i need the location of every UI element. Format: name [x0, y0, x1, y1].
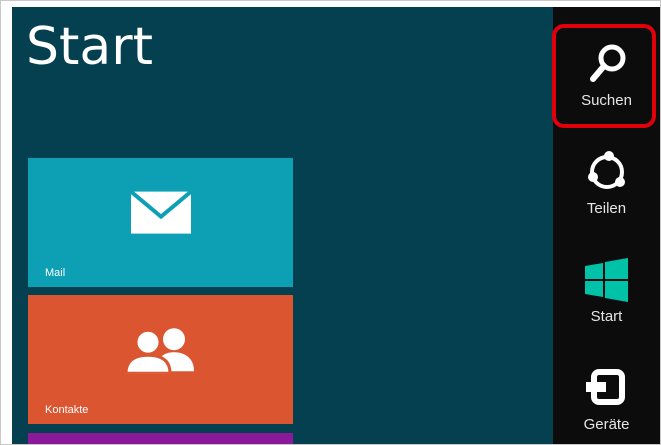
- charms-bar: Suchen Teilen Start Geräte: [553, 7, 660, 444]
- start-screen: Start Mail Kontakte: [12, 7, 553, 444]
- search-icon: [582, 39, 632, 89]
- tile-partial[interactable]: [28, 433, 293, 444]
- devices-icon: [582, 363, 632, 413]
- page-title: Start: [26, 17, 154, 77]
- mail-icon: [129, 189, 192, 240]
- windows-logo-icon: [582, 255, 632, 305]
- charm-search[interactable]: Suchen: [559, 25, 654, 117]
- charm-label-devices: Geräte: [583, 416, 630, 433]
- tile-label-mail: Mail: [45, 267, 66, 279]
- tile-contacts[interactable]: Kontakte: [28, 295, 293, 424]
- tile-label-contacts: Kontakte: [45, 404, 89, 416]
- tile-mail[interactable]: Mail: [28, 158, 293, 287]
- charm-label-start: Start: [590, 308, 623, 325]
- charm-label-share: Teilen: [586, 200, 627, 217]
- charm-share[interactable]: Teilen: [559, 133, 654, 225]
- share-icon: [582, 147, 632, 197]
- screenshot-frame: Start Mail Kontakte Suchen Teilen Start …: [0, 0, 661, 445]
- charm-start[interactable]: Start: [559, 241, 654, 333]
- charm-devices[interactable]: Geräte: [559, 349, 654, 441]
- contacts-icon: [123, 325, 198, 378]
- charm-label-search: Suchen: [581, 92, 632, 109]
